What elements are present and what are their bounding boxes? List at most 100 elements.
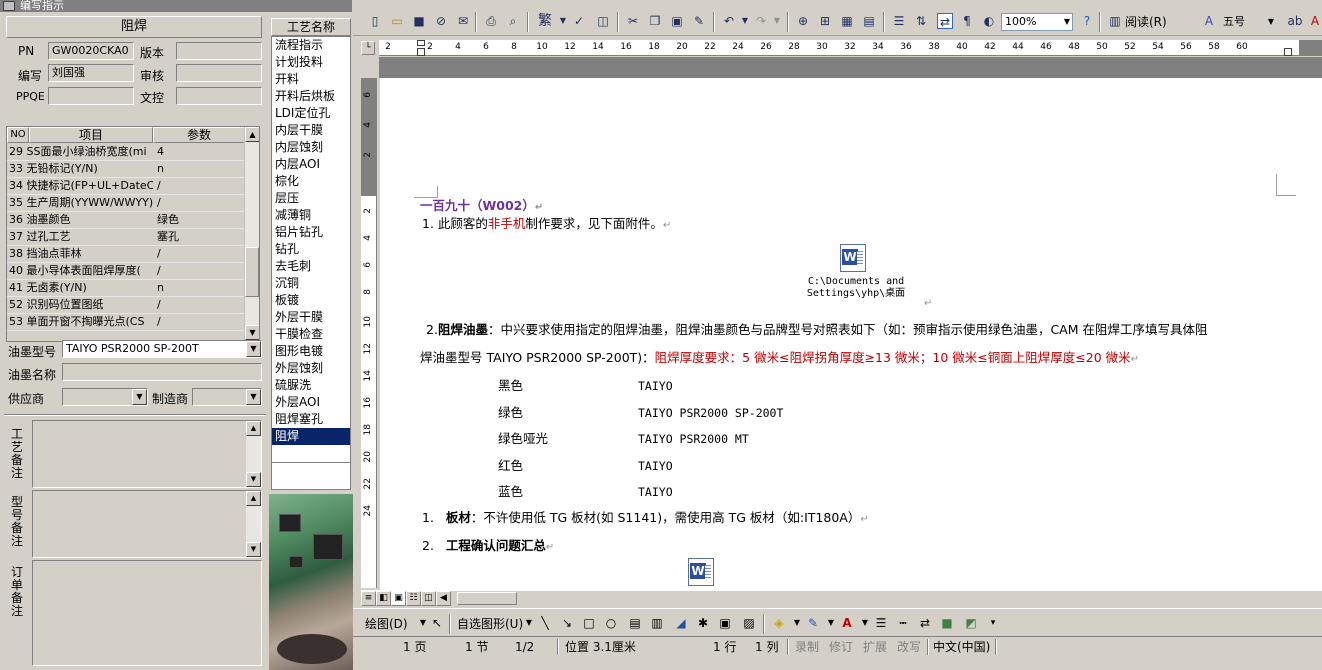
grid-item-cell[interactable]: 37 过孔工艺 (7, 229, 153, 245)
attachment-doc-icon-2[interactable] (688, 558, 714, 586)
hanging-indent-marker[interactable] (417, 48, 425, 56)
author-field[interactable]: 刘国强 (48, 64, 134, 82)
process-item[interactable]: 内层蚀刻 (272, 139, 350, 156)
menu-bar-partial[interactable] (353, 0, 1322, 8)
rectangle-icon[interactable]: □ (581, 615, 597, 631)
horizontal-ruler[interactable]: 2 2 4 6 8 10 12 14 16 18 20 22 24 26 28 30 32 34 36 38 40 42 4… (379, 40, 1322, 56)
scroll-thumb[interactable] (245, 247, 259, 297)
draw-menu[interactable]: 绘图(D) (365, 615, 408, 632)
research-icon[interactable]: ◫ (595, 13, 611, 29)
chevron-down-icon[interactable]: ▼ (823, 615, 839, 631)
3d-icon[interactable]: ◩ (963, 615, 979, 631)
grid-scrollbar[interactable]: ▲ ▼ (244, 127, 259, 341)
table-row[interactable]: 41 无卤素(Y/N) n (7, 280, 245, 297)
grid-item-cell[interactable]: 34 快捷标记(FP+UL+DateCo (7, 178, 153, 194)
font-color-icon[interactable]: A (839, 615, 855, 631)
normal-view-icon[interactable]: ≡ (361, 591, 376, 606)
process-item[interactable]: 干膜检查 (272, 326, 350, 343)
phonetic-guide-icon[interactable]: ab (1287, 13, 1303, 29)
grid-param-cell[interactable]: / (153, 195, 245, 211)
print-view-icon[interactable]: ▣ (391, 591, 406, 606)
chevron-down-icon[interactable]: ▼ (1268, 14, 1274, 30)
help-icon[interactable]: ? (1079, 13, 1095, 29)
process-item[interactable]: 外层干膜 (272, 309, 350, 326)
process-item[interactable]: 硫脲洗 (272, 377, 350, 394)
process-item[interactable]: LDI定位孔 (272, 105, 350, 122)
drawing-icon[interactable]: ⇅ (913, 13, 929, 29)
arrow-icon[interactable]: ↘ (559, 615, 575, 631)
status-extend[interactable]: 扩展 (863, 639, 887, 655)
memo-order-field[interactable] (32, 560, 262, 666)
process-item[interactable]: 开料 (272, 71, 350, 88)
chevron-down-icon[interactable]: ▼ (555, 13, 571, 29)
chevron-down-icon[interactable]: ▼ (246, 341, 261, 357)
save-icon[interactable]: ■ (411, 13, 427, 29)
arrow-style-icon[interactable]: ⇄ (917, 615, 933, 631)
scroll-down-icon[interactable]: ▼ (245, 325, 259, 340)
table-row[interactable]: 29 SS面最小绿油桥宽度(mi 4 (7, 144, 245, 161)
version-field[interactable] (176, 42, 262, 60)
toolbar-options-icon[interactable]: ▾ (985, 615, 1001, 631)
clipart-icon[interactable]: ▣ (717, 615, 733, 631)
web-view-icon[interactable]: ◧ (376, 591, 391, 606)
attachment-path-2[interactable]: Settings\yhp\桌面 (796, 288, 916, 300)
grid-param-cell[interactable]: 塞孔 (153, 229, 245, 245)
line-icon[interactable]: ╲ (537, 615, 553, 631)
chevron-down-icon[interactable]: ▼ (132, 389, 147, 405)
doc-control-field[interactable] (176, 87, 262, 105)
grid-param-cell[interactable]: / (153, 297, 245, 313)
table-row[interactable]: 35 生产周期(YYWW/WWYY) / (7, 195, 245, 212)
open-folder-icon[interactable]: ▭ (389, 13, 405, 29)
hyperlink-icon[interactable]: ⊕ (795, 13, 811, 29)
read-icon[interactable]: ▥ (1107, 13, 1123, 29)
document-page[interactable]: 一百九十（W002）↵ 1. 此顾客的非手机制作要求，见下面附件。↵ C:\Do… (380, 78, 1322, 590)
insert-excel-icon[interactable]: ▤ (861, 13, 877, 29)
spelling-icon[interactable]: ✓ (571, 13, 587, 29)
zoom-select[interactable]: 100% ▼ (1001, 13, 1073, 31)
maker-select[interactable]: ▼ (192, 388, 262, 406)
grid-item-cell[interactable]: 29 SS面最小绿油桥宽度(mi (7, 144, 153, 160)
font-size-select[interactable]: 五号 ▼ (1219, 13, 1277, 31)
autoshape-menu[interactable]: 自选图形(U) (457, 615, 523, 632)
chevron-down-icon[interactable]: ▼ (769, 13, 785, 29)
chevron-down-icon[interactable]: ▼ (789, 615, 805, 631)
line-style-icon[interactable]: ☰ (873, 615, 889, 631)
table-row[interactable]: 38 挡油点菲林 / (7, 246, 245, 263)
grid-param-cell[interactable]: / (153, 263, 245, 279)
picture-icon[interactable]: ▨ (741, 615, 757, 631)
grid-item-cell[interactable]: 33 无铅标记(Y/N) (7, 161, 153, 177)
table-row[interactable]: 33 无铅标记(Y/N) n (7, 161, 245, 178)
process-item[interactable]: 钻孔 (272, 241, 350, 258)
paste-icon[interactable]: ▣ (669, 13, 685, 29)
process-item[interactable]: 阻焊 (272, 428, 350, 445)
chevron-down-icon[interactable]: ▼ (246, 389, 261, 405)
right-indent-marker[interactable] (1284, 48, 1292, 56)
scroll-up-icon[interactable]: ▲ (245, 127, 259, 142)
grid-item-cell[interactable]: 52 识别码位置图纸 (7, 297, 153, 313)
process-input[interactable] (271, 462, 351, 490)
process-item[interactable]: 铝片钻孔 (272, 224, 350, 241)
grid-param-cell[interactable]: n (153, 161, 245, 177)
grid-item-cell[interactable]: 41 无卤素(Y/N) (7, 280, 153, 296)
process-item[interactable]: 沉铜 (272, 275, 350, 292)
undo-icon[interactable]: ↶ (721, 13, 737, 29)
chevron-down-icon[interactable]: ▼ (1064, 14, 1070, 30)
ink-name-field[interactable] (62, 363, 262, 381)
print-icon[interactable]: ⎙ (483, 13, 499, 29)
hscroll-thumb[interactable] (457, 592, 517, 605)
columns-icon[interactable]: ☰ (891, 13, 907, 29)
process-item[interactable]: 内层干膜 (272, 122, 350, 139)
read-button[interactable]: 阅读(R) (1125, 14, 1167, 30)
process-item[interactable]: 去毛刺 (272, 258, 350, 275)
textbox-icon[interactable]: ▤ (627, 615, 643, 631)
process-item[interactable]: 流程指示 (272, 37, 350, 54)
font-color-icon[interactable]: A (1307, 13, 1322, 29)
insert-table-icon[interactable]: ▦ (839, 13, 855, 29)
tables-borders-icon[interactable]: ⊞ (817, 13, 833, 29)
col-param-header[interactable]: 参数 (153, 127, 245, 143)
permission-icon[interactable]: ⊘ (433, 13, 449, 29)
col-no-header[interactable]: NO (7, 127, 29, 143)
status-track[interactable]: 修订 (829, 639, 853, 655)
grid-param-cell[interactable]: 绿色 (153, 212, 245, 228)
review-field[interactable] (176, 64, 262, 82)
